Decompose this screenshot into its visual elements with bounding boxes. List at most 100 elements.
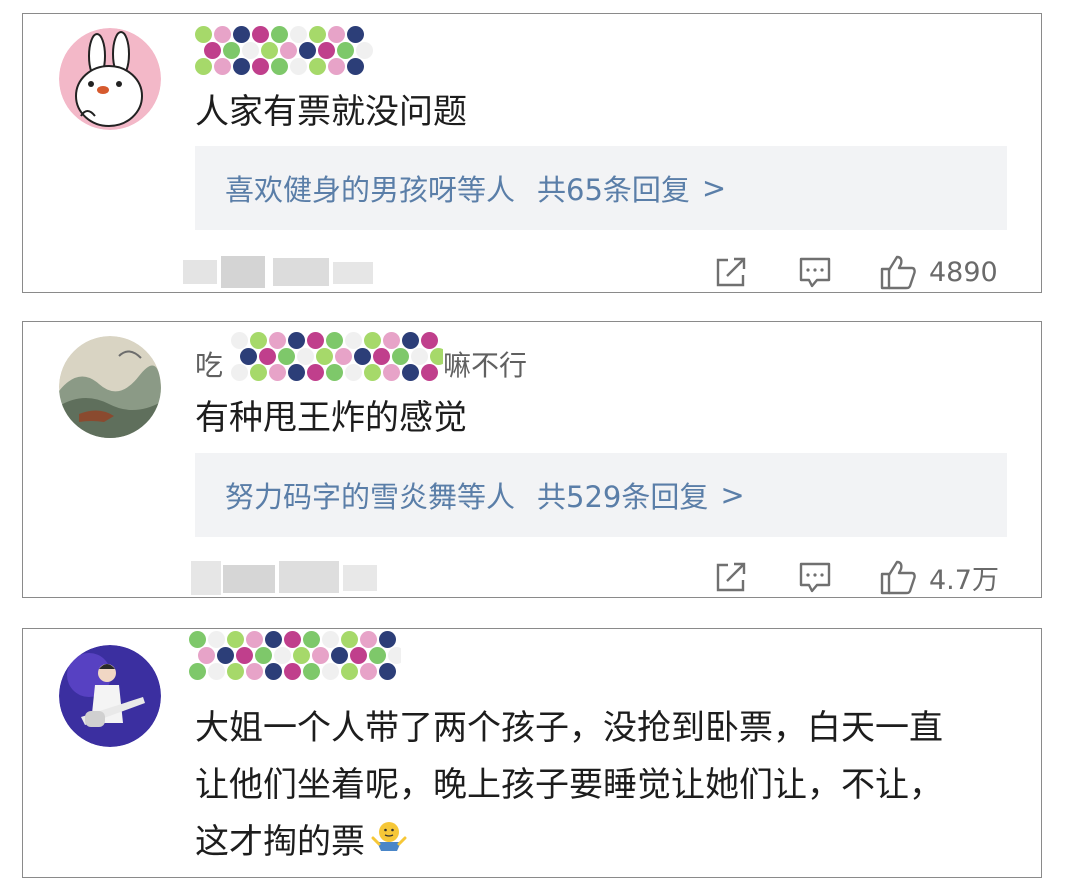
mosaic-dot <box>240 348 257 365</box>
share-button[interactable] <box>713 559 749 595</box>
mosaic-dot <box>341 663 358 680</box>
reply-button[interactable] <box>797 254 833 290</box>
mosaic-dot <box>284 631 301 648</box>
mosaic-dot <box>392 348 409 365</box>
username[interactable]: 吃 嘛不行 <box>195 332 615 382</box>
mosaic-dot <box>269 364 286 381</box>
reply-count: 共65条回复 <box>537 173 690 207</box>
reply-summary-link[interactable]: 喜欢健身的男孩呀等人 共65条回复 > <box>195 146 1007 230</box>
mosaic-dot <box>328 58 345 75</box>
mosaic-dot <box>242 42 259 59</box>
mosaic-dot <box>297 348 314 365</box>
reply-summary-link[interactable]: 努力码字的雪炎舞等人 共529条回复 > <box>195 453 1007 537</box>
reply-names: 喜欢健身的男孩呀等人 <box>225 173 516 207</box>
mosaic-dot <box>233 26 250 43</box>
mosaic-dot <box>233 58 250 75</box>
share-icon <box>716 257 746 287</box>
mosaic-dot <box>316 348 333 365</box>
comment-card: 大姐一个人带了两个孩子，没抢到卧票，白天一直 让他们坐着呢，晚上孩子要睡觉让她们… <box>22 628 1042 878</box>
mosaic-dot <box>350 647 367 664</box>
mosaic-dot <box>189 663 206 680</box>
avatar[interactable] <box>59 336 161 438</box>
mosaic-dot <box>322 663 339 680</box>
mosaic-dot <box>299 42 316 59</box>
guitarist-avatar-icon <box>59 645 161 747</box>
mosaic-dot <box>360 663 377 680</box>
comment-line-3: 这才掏的票 <box>195 814 943 872</box>
mosaic-dot <box>307 364 324 381</box>
mosaic-dot <box>227 663 244 680</box>
mosaic-dot <box>322 631 339 648</box>
mosaic-dot <box>290 58 307 75</box>
mosaic-dot <box>309 26 326 43</box>
mosaic-dot <box>198 647 215 664</box>
mosaic-dot <box>388 647 401 664</box>
mosaic-dot <box>265 631 282 648</box>
mosaic-dot <box>379 631 396 648</box>
mosaic-dot <box>335 348 352 365</box>
mosaic-dot <box>250 364 267 381</box>
mosaic-dot <box>236 647 253 664</box>
mosaic-dot <box>223 42 240 59</box>
mosaic-dot <box>379 663 396 680</box>
chevron-right-icon: > <box>701 171 727 205</box>
comment-footer: 4890 <box>23 250 1041 292</box>
mosaic-dot <box>284 663 301 680</box>
mosaic-dot <box>326 332 343 349</box>
mosaic-dot <box>360 631 377 648</box>
mosaic-dot <box>246 663 263 680</box>
blurred-username <box>231 332 443 382</box>
mosaic-dot <box>208 663 225 680</box>
avatar[interactable] <box>59 645 161 747</box>
mosaic-dot <box>402 332 419 349</box>
mosaic-dot <box>421 332 438 349</box>
mosaic-dot <box>290 26 307 43</box>
mosaic-dot <box>312 647 329 664</box>
mosaic-dot <box>331 647 348 664</box>
comment-text: 人家有票就没问题 <box>195 92 467 132</box>
reply-button[interactable] <box>797 559 833 595</box>
username-prefix: 吃 <box>195 349 224 382</box>
mosaic-dot <box>274 647 291 664</box>
mosaic-dot <box>373 348 390 365</box>
blurred-meta <box>183 256 383 288</box>
comment-icon <box>799 257 831 288</box>
like-button[interactable]: 4890 <box>879 254 998 290</box>
reply-count: 共529条回复 <box>537 480 709 514</box>
mosaic-dot <box>195 26 212 43</box>
mosaic-dot <box>293 647 310 664</box>
avatar[interactable] <box>59 28 161 130</box>
mosaic-dot <box>271 58 288 75</box>
mosaic-dot <box>288 364 305 381</box>
comment-footer: 4.7万 <box>23 555 1041 597</box>
mosaic-dot <box>288 332 305 349</box>
shrug-emoji-icon <box>371 815 407 872</box>
like-button[interactable]: 4.7万 <box>879 559 999 596</box>
mosaic-dot <box>337 42 354 59</box>
mosaic-dot <box>265 663 282 680</box>
mosaic-dot <box>307 332 324 349</box>
blurred-username <box>189 631 401 681</box>
mosaic-dot <box>252 58 269 75</box>
mosaic-dot <box>383 364 400 381</box>
mosaic-dot <box>345 364 362 381</box>
mosaic-dot <box>280 42 297 59</box>
mosaic-dot <box>204 42 221 59</box>
mosaic-dot <box>250 332 267 349</box>
mosaic-dot <box>217 647 234 664</box>
comment-text: 有种甩王炸的感觉 <box>195 398 467 438</box>
username-suffix: 嘛不行 <box>443 349 528 382</box>
mosaic-dot <box>347 26 364 43</box>
mosaic-dot <box>345 332 362 349</box>
share-button[interactable] <box>713 254 749 290</box>
share-icon <box>716 562 746 592</box>
mosaic-dot <box>309 58 326 75</box>
mosaic-dot <box>326 364 343 381</box>
mosaic-dot <box>269 332 286 349</box>
chevron-right-icon: > <box>720 478 745 512</box>
mosaic-dot <box>271 26 288 43</box>
comment-card: 吃 嘛不行 有种甩王炸的感觉 努力码字的雪炎舞等人 共529条回复 > 4.7万 <box>22 321 1042 598</box>
mosaic-dot <box>189 631 206 648</box>
mosaic-dot <box>246 631 263 648</box>
mosaic-dot <box>255 647 272 664</box>
